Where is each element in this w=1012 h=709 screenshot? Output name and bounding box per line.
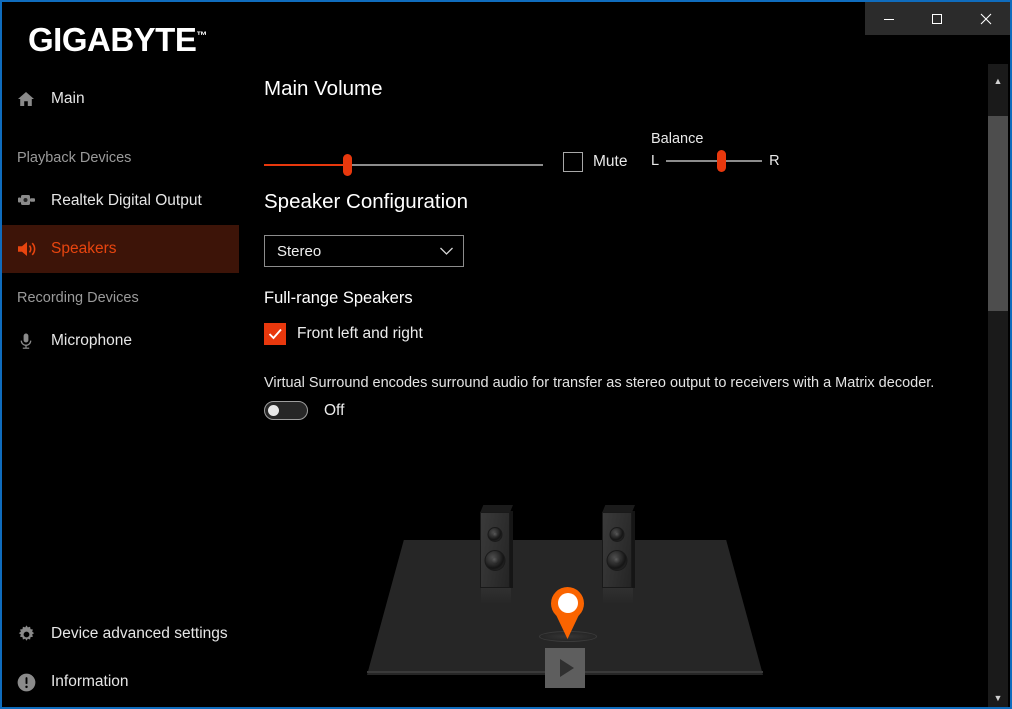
play-icon <box>559 659 574 677</box>
balance-thumb[interactable] <box>717 150 727 172</box>
main-content: Main Volume Mute Balance L R Speaker Con… <box>239 35 990 707</box>
mute-control[interactable]: Mute <box>563 152 627 172</box>
chevron-down-icon <box>440 247 453 255</box>
minimize-icon <box>884 18 895 20</box>
sidebar-item-realtek-digital-output[interactable]: Realtek Digital Output <box>2 177 239 225</box>
play-test-button[interactable] <box>545 648 585 688</box>
balance-label: Balance <box>651 131 704 147</box>
sidebar-item-speakers-label: Speakers <box>51 240 117 257</box>
sidebar-group-recording-title: Recording Devices <box>17 290 139 306</box>
speaker-body <box>480 512 510 588</box>
speaker-reflection <box>603 588 633 604</box>
sidebar-item-speakers[interactable]: Speakers <box>2 225 239 273</box>
speaker-configuration-dropdown[interactable]: Stereo <box>264 235 464 267</box>
front-right-speaker[interactable] <box>602 505 635 604</box>
sidebar-recording-section: Recording Devices Microphone <box>2 279 239 365</box>
sidebar-bottom-section: Device advanced settings Information <box>2 610 239 706</box>
speaker-woofer <box>484 550 506 571</box>
optical-plug-icon <box>16 192 50 210</box>
sidebar-item-main[interactable]: Main <box>2 75 239 123</box>
minimize-button[interactable] <box>865 2 913 35</box>
checkmark-icon <box>268 328 282 340</box>
maximize-icon <box>932 13 943 24</box>
toggle-knob <box>268 405 279 416</box>
listener-pin[interactable] <box>551 587 584 639</box>
gigabyte-logo: GIGABYTE™ <box>28 23 207 56</box>
window-title-bar <box>865 2 1010 35</box>
main-volume-slider[interactable] <box>264 154 543 176</box>
close-icon <box>980 13 992 24</box>
close-button[interactable] <box>962 2 1010 35</box>
virtual-surround-control: Off <box>264 401 344 420</box>
home-icon <box>16 89 50 109</box>
mute-checkbox[interactable] <box>563 152 583 172</box>
speaker-tweeter <box>609 527 625 542</box>
full-range-speakers-title: Full-range Speakers <box>264 289 413 307</box>
vertical-scrollbar[interactable]: ▲ ▼ <box>988 64 1008 707</box>
gear-icon <box>16 624 50 645</box>
virtual-surround-description: Virtual Surround encodes surround audio … <box>264 375 935 391</box>
mute-label: Mute <box>593 153 628 170</box>
front-left-right-checkbox[interactable] <box>264 323 286 345</box>
balance-track <box>666 160 763 162</box>
info-circle-icon <box>16 672 50 693</box>
maximize-button[interactable] <box>913 2 961 35</box>
scrollbar-thumb[interactable] <box>988 115 1008 312</box>
sidebar-item-microphone[interactable]: Microphone <box>2 317 239 365</box>
front-left-right-label: Front left and right <box>297 325 423 342</box>
logo-text: GIGABYTE <box>28 21 197 58</box>
sidebar-item-information-label: Information <box>51 673 129 690</box>
balance-control: Balance L R <box>651 131 780 172</box>
speaker-woofer <box>606 550 628 571</box>
balance-slider[interactable] <box>666 150 763 172</box>
front-left-right-checkbox-row[interactable]: Front left and right <box>264 323 423 345</box>
sidebar-item-device-advanced-settings[interactable]: Device advanced settings <box>2 610 239 658</box>
speaker-body <box>602 512 632 588</box>
virtual-surround-state-label: Off <box>324 401 345 419</box>
sidebar-main-section: Main <box>2 75 239 123</box>
sidebar-item-realtek-digital-output-label: Realtek Digital Output <box>51 192 202 209</box>
balance-right-label: R <box>769 153 780 169</box>
sidebar: GIGABYTE™ Main Playback Devices Realtek … <box>2 2 239 707</box>
sidebar-item-main-label: Main <box>51 90 85 107</box>
speaker-reflection <box>481 588 511 604</box>
sidebar-group-playback-title: Playback Devices <box>17 150 132 166</box>
virtual-surround-toggle[interactable] <box>264 401 308 420</box>
sidebar-playback-section: Playback Devices Realtek Digital Output <box>2 139 239 273</box>
scroll-down-arrow-icon[interactable]: ▼ <box>988 687 1008 707</box>
gigabyte-audio-window: GIGABYTE™ Main Playback Devices Realtek … <box>0 0 1012 709</box>
volume-thumb[interactable] <box>343 154 353 176</box>
balance-left-label: L <box>651 153 660 169</box>
logo-trademark: ™ <box>196 30 207 42</box>
speaker-configuration-title: Speaker Configuration <box>264 190 468 213</box>
volume-track-fill <box>264 164 348 166</box>
pin-center-dot <box>557 593 578 613</box>
microphone-icon <box>16 331 50 351</box>
speaker-configuration-value: Stereo <box>277 242 322 260</box>
speaker-icon <box>16 239 50 259</box>
speaker-tweeter <box>487 527 503 542</box>
sidebar-item-information[interactable]: Information <box>2 658 239 706</box>
sidebar-item-microphone-label: Microphone <box>51 332 132 349</box>
sidebar-item-device-advanced-settings-label: Device advanced settings <box>51 625 228 642</box>
main-volume-title: Main Volume <box>264 77 383 100</box>
front-left-speaker[interactable] <box>480 505 513 604</box>
scroll-up-arrow-icon[interactable]: ▲ <box>988 70 1008 92</box>
room-preview <box>367 505 763 688</box>
